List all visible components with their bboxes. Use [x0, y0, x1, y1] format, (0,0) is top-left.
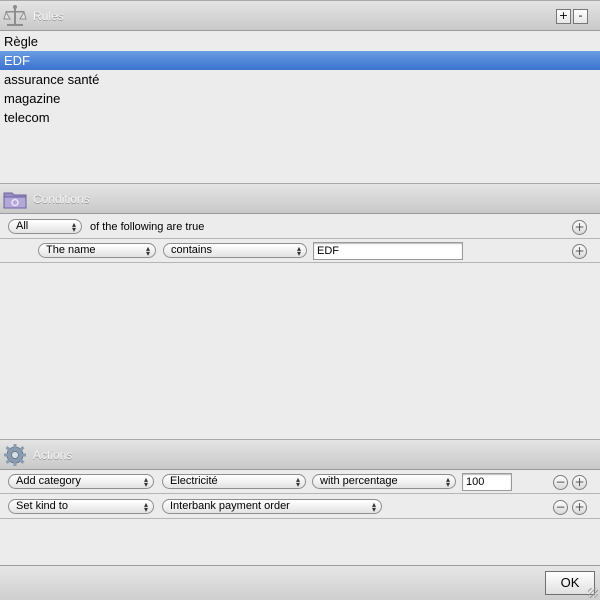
rules-scale-icon: [3, 4, 27, 28]
action-type-popup[interactable]: Add category ▴ ▾: [8, 474, 154, 489]
action-type-value: Add category: [16, 475, 81, 487]
popup-arrows-icon: ▴ ▾: [445, 475, 450, 489]
match-mode-value: All: [16, 220, 29, 232]
actions-title: Actions: [33, 448, 73, 462]
action-target-value: Electricité: [170, 475, 218, 487]
rules-header: Rules + -: [0, 0, 600, 31]
percentage-field[interactable]: 100: [462, 473, 512, 491]
rule-item[interactable]: assurance santé: [0, 70, 600, 89]
add-condition-button[interactable]: +: [572, 220, 587, 235]
rule-item[interactable]: magazine: [0, 89, 600, 108]
add-action-button[interactable]: +: [572, 475, 587, 490]
resize-grip-icon[interactable]: [588, 588, 598, 598]
conditions-header: Conditions: [0, 183, 600, 214]
conditions-area: All ▴ ▾ of the following are true + The n…: [0, 215, 600, 439]
condition-value-field[interactable]: EDF: [313, 242, 463, 260]
popup-arrows-icon: ▴ ▾: [295, 475, 300, 489]
actions-area: Add category ▴ ▾ Electricité ▴ ▾ with perc…: [0, 470, 600, 565]
rules-list: Règle EDF assurance santé magazine telec…: [0, 32, 600, 183]
condition-row: The name ▴ ▾ contains ▴ ▾ EDF +: [0, 239, 600, 263]
add-rule-button[interactable]: +: [556, 9, 571, 24]
condition-field-value: The name: [46, 244, 96, 256]
condition-operator-value: contains: [171, 244, 212, 256]
actions-header: Actions: [0, 439, 600, 470]
action-row: Add category ▴ ▾ Electricité ▴ ▾ with perc…: [0, 470, 600, 494]
action-target-value: Interbank payment order: [170, 500, 290, 512]
match-text: of the following are true: [90, 221, 205, 233]
bottom-bar: OK: [0, 565, 600, 600]
action-modifier-popup[interactable]: with percentage ▴ ▾: [312, 474, 456, 489]
popup-arrows-icon: ▴ ▾: [143, 500, 148, 514]
action-type-popup[interactable]: Set kind to ▴ ▾: [8, 499, 154, 514]
rules-title: Rules: [33, 9, 64, 23]
condition-operator-popup[interactable]: contains ▴ ▾: [163, 243, 307, 258]
action-type-value: Set kind to: [16, 500, 68, 512]
condition-field-popup[interactable]: The name ▴ ▾: [38, 243, 156, 258]
popup-arrows-icon: ▴ ▾: [143, 475, 148, 489]
action-modifier-value: with percentage: [320, 475, 398, 487]
action-row: Set kind to ▴ ▾ Interbank payment order ▴…: [0, 495, 600, 519]
popup-arrows-icon: ▴ ▾: [296, 244, 301, 258]
popup-arrows-icon: ▴ ▾: [71, 220, 76, 234]
popup-arrows-icon: ▴ ▾: [371, 500, 376, 514]
rule-item[interactable]: telecom: [0, 108, 600, 127]
conditions-title: Conditions: [33, 192, 90, 206]
popup-arrows-icon: ▴ ▾: [145, 244, 150, 258]
remove-action-button[interactable]: −: [553, 500, 568, 515]
remove-action-button[interactable]: −: [553, 475, 568, 490]
conditions-folder-icon: [3, 187, 27, 211]
condition-match-row: All ▴ ▾ of the following are true +: [0, 215, 600, 239]
match-mode-popup[interactable]: All ▴ ▾: [8, 219, 82, 234]
action-target-popup[interactable]: Electricité ▴ ▾: [162, 474, 306, 489]
actions-gear-icon: [3, 443, 27, 467]
rule-item-selected[interactable]: EDF: [0, 51, 600, 70]
add-criterion-button[interactable]: +: [572, 244, 587, 259]
rule-item[interactable]: Règle: [0, 32, 600, 51]
add-action-button[interactable]: +: [572, 500, 587, 515]
action-target-popup[interactable]: Interbank payment order ▴ ▾: [162, 499, 382, 514]
remove-rule-button[interactable]: -: [573, 9, 588, 24]
